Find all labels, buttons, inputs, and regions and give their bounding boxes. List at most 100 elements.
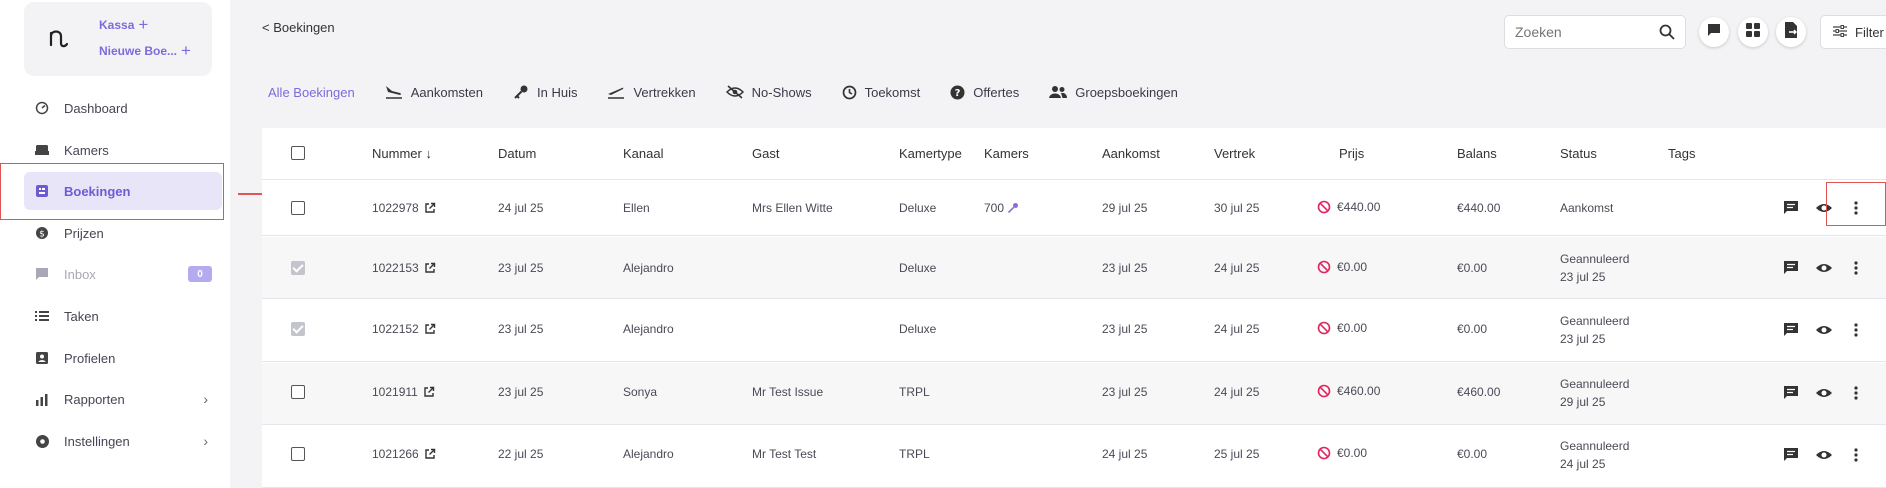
view-icon[interactable] — [1814, 383, 1834, 403]
booking-number[interactable]: 1021911 — [372, 385, 435, 399]
sidebar-item-boekingen[interactable]: Boekingen — [24, 172, 222, 210]
back-link[interactable]: < Boekingen — [262, 20, 335, 35]
external-link-icon[interactable] — [424, 323, 436, 335]
chat-icon[interactable] — [1781, 198, 1801, 218]
sidebar-item-rapporten[interactable]: Rapporten › — [24, 380, 222, 418]
price-text: €0.00 — [1337, 260, 1368, 274]
external-link-icon[interactable] — [424, 448, 436, 460]
tab-aankomsten[interactable]: Aankomsten — [385, 85, 483, 100]
sidebar-item-prijzen[interactable]: $ Prijzen — [24, 214, 222, 252]
chevron-right-icon: › — [203, 433, 208, 449]
plus-icon: + — [181, 41, 191, 60]
view-icon[interactable] — [1814, 258, 1834, 278]
tab-label: Toekomst — [864, 84, 921, 100]
row-checkbox[interactable] — [291, 322, 305, 336]
row-checkbox[interactable] — [291, 447, 305, 461]
table-row[interactable]: 1022153 23 jul 25 Alejandro Deluxe 23 ju… — [262, 237, 1886, 299]
chevron-right-icon: › — [203, 391, 208, 407]
column-header-aankomst[interactable]: Aankomst — [1102, 146, 1160, 161]
plane-landing-icon — [385, 85, 403, 99]
sidebar-item-inbox[interactable]: Inbox 0 — [24, 255, 222, 293]
sidebar-item-profielen[interactable]: Profielen — [24, 339, 222, 377]
gear-icon — [34, 433, 50, 449]
column-header-kamertype[interactable]: Kamertype — [899, 146, 962, 161]
tab-vertrekken[interactable]: Vertrekken — [607, 84, 696, 100]
view-icon[interactable] — [1814, 320, 1834, 340]
kassa-label: Kassa — [99, 18, 135, 32]
table-row[interactable]: 1022152 23 jul 25 Alejandro Deluxe 23 ju… — [262, 300, 1886, 362]
more-options-icon[interactable] — [1846, 258, 1866, 278]
messages-button[interactable] — [1699, 17, 1729, 47]
ban-icon — [1317, 446, 1331, 460]
more-options-icon[interactable] — [1846, 198, 1866, 218]
more-options-icon[interactable] — [1846, 320, 1866, 340]
column-header-kamers[interactable]: Kamers — [984, 146, 1029, 161]
tab-label: No-Shows — [751, 84, 812, 100]
room-type: Deluxe — [899, 322, 937, 336]
ban-icon — [1317, 384, 1331, 398]
tab-label: Aankomsten — [410, 84, 483, 100]
tab-groepsboekingen[interactable]: Groepsboekingen — [1049, 85, 1178, 100]
kassa-link[interactable]: Kassa + — [99, 16, 148, 33]
room-type: Deluxe — [899, 201, 937, 215]
sidebar-item-dashboard[interactable]: Dashboard — [24, 89, 222, 127]
view-icon[interactable] — [1814, 445, 1834, 465]
external-link-icon[interactable] — [424, 202, 436, 214]
booking-number[interactable]: 1021266 — [372, 447, 436, 461]
column-header-status[interactable]: Status — [1560, 146, 1597, 161]
booking-channel: Ellen — [623, 201, 650, 215]
table-row[interactable]: 1021911 23 jul 25 Sonya Mr Test Issue TR… — [262, 363, 1886, 425]
search-input[interactable] — [1515, 24, 1655, 40]
app-logo[interactable] — [46, 24, 72, 56]
tab-toekomst[interactable]: Toekomst — [842, 84, 921, 100]
new-booking-link[interactable]: Nieuwe Boe... + — [99, 41, 191, 60]
view-icon[interactable] — [1814, 198, 1834, 218]
tab-offertes[interactable]: ? Offertes — [950, 85, 1019, 100]
profile-icon — [34, 350, 50, 366]
arrival-date: 23 jul 25 — [1102, 322, 1148, 336]
more-options-icon[interactable] — [1846, 383, 1866, 403]
search-icon[interactable] — [1659, 24, 1675, 45]
table-row[interactable]: 1022978 24 jul 25 Ellen Mrs Ellen Witte … — [262, 181, 1886, 236]
chat-icon[interactable] — [1781, 445, 1801, 465]
tab-no-shows[interactable]: No-Shows — [725, 84, 812, 100]
column-header-datum[interactable]: Datum — [498, 146, 536, 161]
sidebar-item-taken[interactable]: Taken — [24, 297, 222, 335]
filter-button[interactable]: Filter — [1820, 15, 1886, 49]
tab-label: Vertrekken — [633, 84, 696, 100]
more-options-icon[interactable] — [1846, 445, 1866, 465]
coin-icon: $ — [34, 225, 50, 241]
price: €0.00 — [1317, 446, 1367, 460]
booking-number-text: 1022152 — [372, 322, 419, 336]
row-checkbox[interactable] — [291, 385, 305, 399]
grid-view-button[interactable] — [1738, 17, 1768, 47]
column-header-nummer[interactable]: Nummer ↓ — [372, 146, 432, 161]
chat-icon[interactable] — [1781, 383, 1801, 403]
booking-number[interactable]: 1022152 — [372, 322, 436, 336]
tab-alle-boekingen[interactable]: Alle Boekingen — [268, 85, 355, 100]
chat-icon[interactable] — [1781, 258, 1801, 278]
sidebar-item-instellingen[interactable]: Instellingen › — [24, 422, 222, 460]
column-header-balans[interactable]: Balans — [1457, 146, 1497, 161]
column-header-vertrek[interactable]: Vertrek — [1214, 146, 1255, 161]
ban-icon — [1317, 321, 1331, 335]
column-header-gast[interactable]: Gast — [752, 146, 779, 161]
booking-number-text: 1022153 — [372, 261, 419, 275]
tab-in-huis[interactable]: In Huis — [513, 84, 577, 100]
booking-number[interactable]: 1022978 — [372, 201, 436, 215]
column-header-kanaal[interactable]: Kanaal — [623, 146, 663, 161]
sidebar-item-kamers[interactable]: Kamers — [24, 131, 222, 169]
room-number-text: 700 — [984, 201, 1005, 215]
row-checkbox[interactable] — [291, 261, 305, 275]
row-checkbox[interactable] — [291, 201, 305, 215]
column-header-tags[interactable]: Tags — [1668, 146, 1695, 161]
external-link-icon[interactable] — [424, 262, 436, 274]
external-link-icon[interactable] — [423, 386, 435, 398]
status-cell: Geannuleerd 29 jul 25 — [1560, 375, 1629, 411]
export-button[interactable] — [1776, 17, 1806, 47]
table-row[interactable]: 1021266 22 jul 25 Alejandro Mr Test Test… — [262, 426, 1886, 488]
chat-icon[interactable] — [1781, 320, 1801, 340]
column-header-prijs[interactable]: Prijs — [1339, 146, 1364, 161]
booking-number[interactable]: 1022153 — [372, 261, 436, 275]
select-all-checkbox[interactable] — [291, 146, 305, 160]
